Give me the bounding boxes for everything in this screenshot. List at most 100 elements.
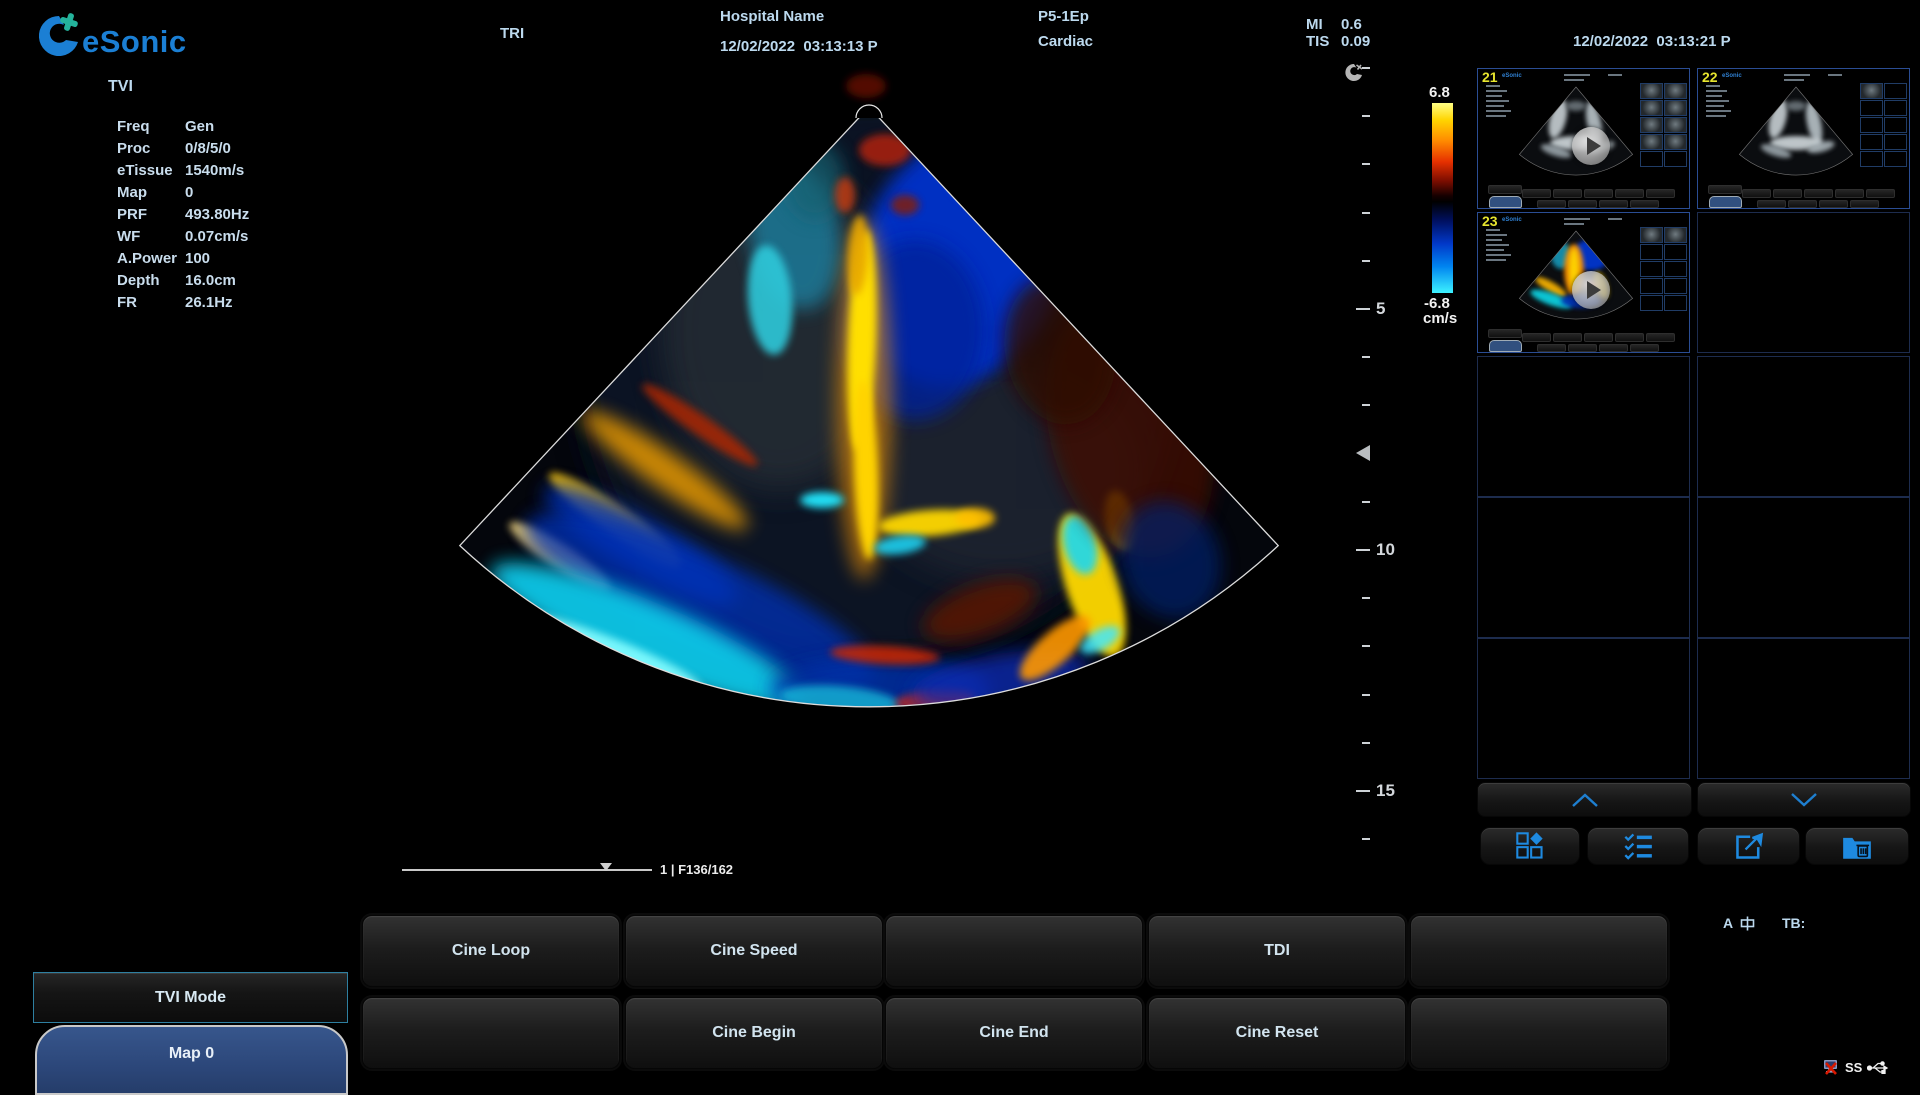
sector-apex-notch (856, 105, 882, 118)
clipboard-thumbnail-23[interactable]: 23 eSonic (1477, 212, 1690, 353)
ruler-minor-tick (1362, 260, 1370, 262)
usb-trident-icon (1867, 1060, 1889, 1074)
param-value: 0 (185, 184, 193, 201)
focus-marker[interactable] (1356, 445, 1370, 461)
soft-key-empty[interactable] (1410, 915, 1668, 987)
ruler-minor-tick (1362, 115, 1370, 117)
thumbnail-mini-map-button (1709, 196, 1742, 208)
param-row-etissue: eTissue1540m/s (117, 162, 337, 182)
soft-key-cine-end[interactable]: Cine End (885, 997, 1143, 1069)
export-button[interactable] (1697, 827, 1800, 865)
soft-key-empty[interactable] (1410, 997, 1668, 1069)
param-value: 1540m/s (185, 162, 244, 179)
param-label: FR (117, 294, 185, 311)
checklist-icon (1623, 832, 1653, 860)
chevron-up-icon (1565, 792, 1605, 808)
soft-key-cine-loop[interactable]: Cine Loop (362, 915, 620, 987)
export-icon (1734, 832, 1764, 860)
param-row-fr: FR26.1Hz (117, 294, 337, 314)
velocity-color-bar (1432, 103, 1453, 293)
param-label: A.Power (117, 250, 185, 267)
param-row-proc: Proc0/8/5/0 (117, 140, 337, 160)
param-value: 26.1Hz (185, 294, 233, 311)
thumbnail-mini-map-button (1489, 196, 1522, 208)
soft-key-empty[interactable] (885, 915, 1143, 987)
clipboard-thumbnail-22[interactable]: 22 eSonic (1697, 68, 1910, 209)
ruler-label-10: 10 (1376, 540, 1395, 560)
ruler-minor-tick (1362, 501, 1370, 503)
play-icon[interactable] (1572, 271, 1610, 309)
play-icon[interactable] (1572, 127, 1610, 165)
soft-key-label: TDI (1264, 942, 1290, 960)
network-offline-icon (1822, 1057, 1840, 1077)
mi-label: MI (1306, 16, 1323, 33)
cine-frame-counter: 1 | F136/162 (660, 862, 733, 877)
param-value: 100 (185, 250, 210, 267)
soft-key-tdi[interactable]: TDI (1148, 915, 1406, 987)
tis-value: 0.09 (1341, 33, 1370, 50)
exam-type: Cardiac (1038, 33, 1093, 50)
clipboard-page-down-button[interactable] (1697, 782, 1911, 817)
ultrasound-sector-image (400, 50, 1320, 770)
param-value: 0.07cm/s (185, 228, 248, 245)
ruler-major-tick (1356, 790, 1370, 792)
input-lang-a[interactable]: A (1723, 915, 1733, 931)
thumbnail-logo-text: eSonic (1722, 73, 1742, 79)
ruler-minor-tick (1362, 742, 1370, 744)
soft-key-empty[interactable] (362, 997, 620, 1069)
thumbnail-mini-map-button (1489, 340, 1522, 352)
thumbnail-number: 23 (1482, 213, 1498, 229)
thumbnail-number: 22 (1702, 69, 1718, 85)
logo-text: eSonic (82, 24, 187, 60)
thumbnail-mini-image (1726, 81, 1866, 181)
cine-scrollbar-marker[interactable] (600, 863, 612, 871)
ruler-major-tick (1356, 549, 1370, 551)
param-value: Gen (185, 118, 214, 135)
thumbnail-logo-text: eSonic (1502, 217, 1522, 223)
param-value: 16.0cm (185, 272, 236, 289)
param-label: eTissue (117, 162, 185, 179)
ruler-label-5: 5 (1376, 299, 1385, 319)
clipboard-thumbnail-21[interactable]: 21eSonic (1477, 68, 1690, 209)
thumbnail-number: 21 (1482, 69, 1498, 85)
soft-key-cine-speed[interactable]: Cine Speed (625, 915, 883, 987)
param-value: 0/8/5/0 (185, 140, 231, 157)
ruler-minor-tick (1362, 838, 1370, 840)
soft-key-label: Cine Reset (1236, 1024, 1319, 1042)
clipboard-empty-cell (1697, 497, 1910, 638)
param-row-freq: FreqGen (117, 118, 337, 138)
param-label: Freq (117, 118, 185, 135)
soft-key-label: Cine Begin (712, 1024, 796, 1042)
soft-key-label: Cine End (979, 1024, 1048, 1042)
clipboard-empty-cell (1477, 497, 1690, 638)
color-bar-unit: cm/s (1423, 310, 1457, 327)
thumbnail-layout-button[interactable] (1480, 827, 1580, 865)
layout-grid-icon (1515, 832, 1545, 860)
tis-label: TIS (1306, 33, 1329, 50)
clipboard-page-up-button[interactable] (1477, 782, 1692, 817)
preset-label: TRI (500, 25, 524, 42)
param-label: Depth (117, 272, 185, 289)
param-label: WF (117, 228, 185, 245)
ruler-minor-tick (1362, 645, 1370, 647)
map-rotary-button[interactable]: Map 0 (35, 1025, 348, 1095)
probe-name: P5-1Ep (1038, 8, 1089, 25)
tvi-mode-button[interactable]: TVI Mode (33, 972, 348, 1023)
soft-key-cine-reset[interactable]: Cine Reset (1148, 997, 1406, 1069)
param-label: Map (117, 184, 185, 201)
ruler-minor-tick (1362, 163, 1370, 165)
exam-list-button[interactable] (1587, 827, 1689, 865)
cine-scrollbar[interactable] (402, 869, 652, 871)
param-row-apower: A.Power100 (117, 250, 337, 270)
ruler-minor-tick (1362, 597, 1370, 599)
soft-key-cine-begin[interactable]: Cine Begin (625, 997, 883, 1069)
mode-label: TVI (108, 78, 133, 96)
param-row-wf: WF0.07cm/s (117, 228, 337, 248)
clipboard-empty-cell (1477, 356, 1690, 497)
ruler-minor-tick (1362, 212, 1370, 214)
chinese-input-icon[interactable] (1740, 916, 1755, 931)
param-row-map: Map0 (117, 184, 337, 204)
mi-value: 0.6 (1341, 16, 1362, 33)
delete-file-button[interactable] (1805, 827, 1909, 865)
ruler-minor-tick (1362, 694, 1370, 696)
